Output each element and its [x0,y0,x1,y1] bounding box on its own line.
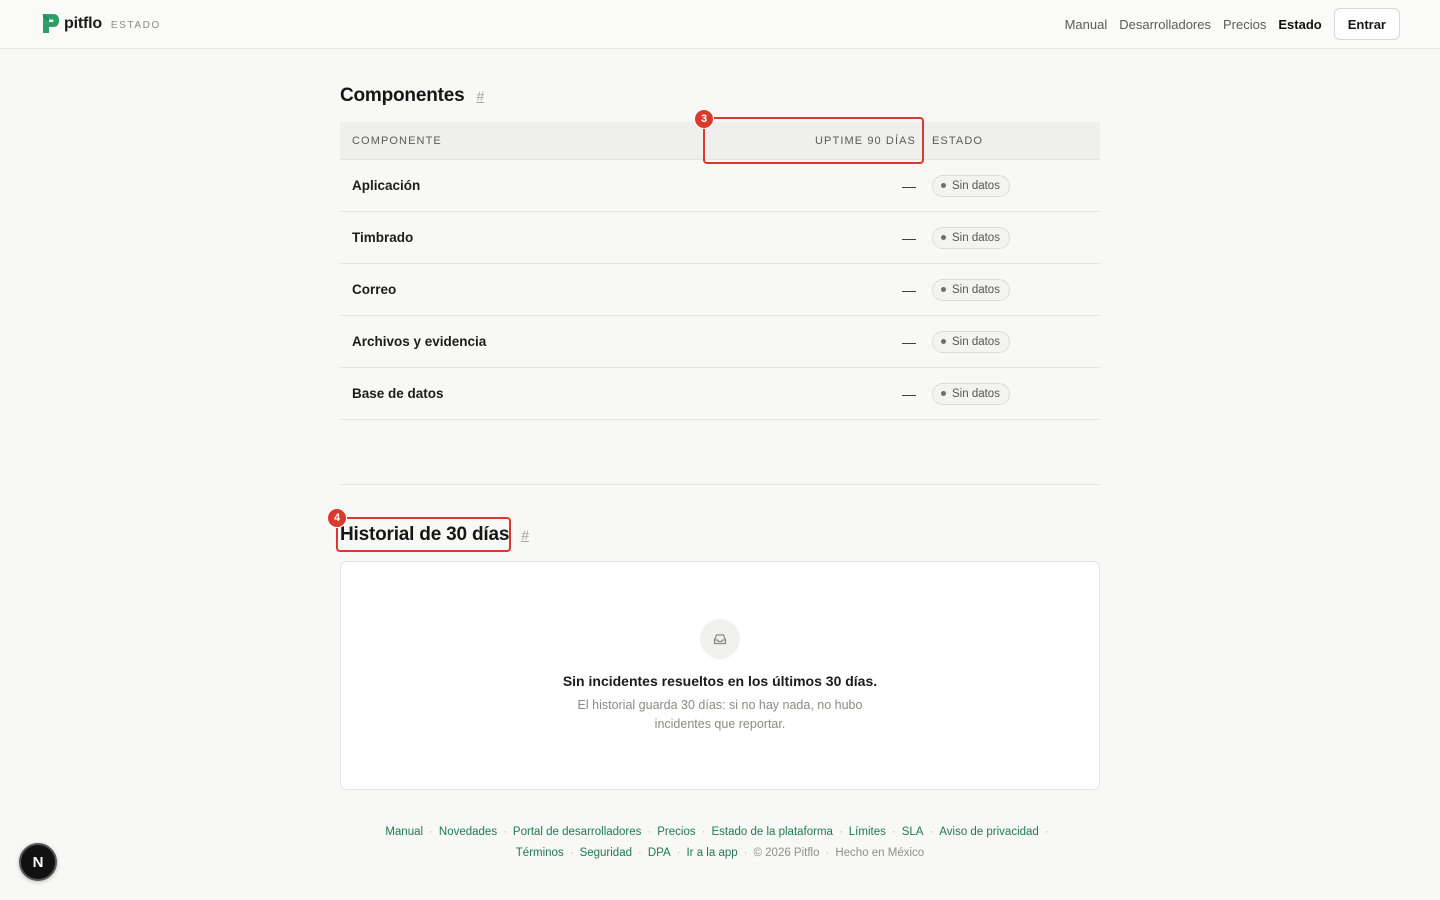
annotation-box-uptime [703,117,924,164]
footer-link-privacidad[interactable]: Aviso de privacidad [939,826,1039,838]
component-name: Archivos y evidencia [352,334,487,349]
empty-state-heading: Sin incidentes resueltos en los últimos … [562,673,878,689]
status-badge: Sin datos [932,330,1010,353]
status-dot-icon [941,235,946,240]
table-row: Timbrado — Sin datos [340,212,1100,264]
footer-row-2: Términos · Seguridad · DPA · Ir a la app · © 202… [515,847,925,859]
uptime-value: — [902,229,916,246]
column-header-status: ESTADO [932,134,984,147]
footer-link-limites[interactable]: Límites [849,826,886,838]
brand-tag: ESTADO [110,19,161,31]
footer-link-terminos[interactable]: Términos [516,847,564,859]
history-empty-state: Sin incidentes resueltos en los últimos … [340,561,1100,790]
component-name: Aplicación [352,178,421,193]
annotation-box-history [336,517,511,552]
status-label: Sin datos [952,387,1000,400]
annotation-badge-3: 3 [694,109,714,129]
status-label: Sin datos [952,231,1000,244]
footer-link-seguridad[interactable]: Seguridad [580,847,632,859]
component-name: Base de datos [352,386,444,401]
components-table: COMPONENTE UPTIME 90 DÍAS ESTADO Aplicac… [340,122,1100,420]
empty-state-description: El historial guarda 30 días: si no hay n… [577,698,863,731]
nav-precios[interactable]: Precios [1223,17,1266,32]
status-label: Sin datos [952,283,1000,296]
main-nav: Manual Desarrolladores Precios Estado En… [1053,8,1400,40]
footer-link-portal[interactable]: Portal de desarrolladores [513,826,642,838]
table-row: Archivos y evidencia — Sin datos [340,316,1100,368]
footer-link-novedades[interactable]: Novedades [439,826,497,838]
nav-manual[interactable]: Manual [1065,17,1108,32]
uptime-value: — [902,281,916,298]
dev-tools-badge[interactable]: N [19,843,57,881]
footer-row-1: Manual · Novedades · Portal de desarrollador… [385,826,1049,838]
uptime-value: — [902,333,916,350]
status-badge: Sin datos [932,226,1010,249]
footer-link-estado[interactable]: Estado de la plataforma [711,826,832,838]
status-badge: Sin datos [932,382,1010,405]
footer-copyright: © 2026 Pitflo [753,847,820,859]
table-row: Correo — Sin datos [340,264,1100,316]
status-badge: Sin datos [932,278,1010,301]
nav-desarrolladores[interactable]: Desarrolladores [1119,17,1211,32]
footer-link-dpa[interactable]: DPA [648,847,671,859]
table-row: Aplicación — Sin datos [340,160,1100,212]
column-header-component: COMPONENTE [352,134,442,147]
brand-name: pitflo [64,14,102,32]
login-button[interactable]: Entrar [1333,8,1400,40]
status-dot-icon [941,287,946,292]
status-label: Sin datos [952,335,1000,348]
uptime-value: — [902,177,916,194]
annotation-badge-4: 4 [327,508,347,528]
status-dot-icon [941,391,946,396]
components-title-text: Componentes [340,85,465,106]
footer-link-app[interactable]: Ir a la app [686,847,737,859]
history-anchor-link[interactable]: # [521,527,529,543]
component-name: Correo [352,282,397,297]
nav-estado[interactable]: Estado [1278,17,1321,32]
status-dot-icon [941,339,946,344]
footer: Manual · Novedades · Portal de desarrollador… [340,822,1100,864]
footer-link-manual[interactable]: Manual [385,826,423,838]
pitflo-logo-icon [43,14,59,33]
footer-link-sla[interactable]: SLA [902,826,924,838]
uptime-value: — [902,385,916,402]
footer-link-precios[interactable]: Precios [657,826,695,838]
section-divider [340,484,1100,485]
status-dot-icon [941,183,946,188]
table-row: Base de datos — Sin datos [340,368,1100,420]
components-anchor-link[interactable]: # [476,88,484,104]
components-title: Componentes # [340,85,484,107]
top-bar: pitflo ESTADO Manual Desarrolladores Pre… [0,0,1440,49]
status-label: Sin datos [952,179,1000,192]
brand[interactable]: pitflo ESTADO [40,12,161,35]
component-name: Timbrado [352,230,414,245]
footer-made-in: Hecho en México [835,847,925,859]
inbox-icon [700,619,740,659]
status-badge: Sin datos [932,174,1010,197]
